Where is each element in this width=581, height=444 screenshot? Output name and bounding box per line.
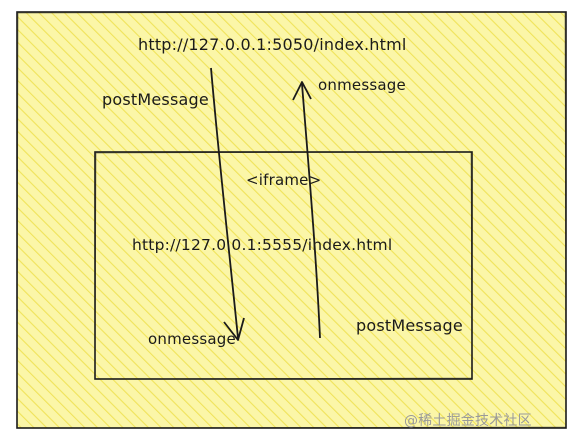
down-arrow-label: postMessage (102, 90, 209, 109)
outer-window-box (16, 11, 567, 429)
outer-window-url: http://127.0.0.1:5050/index.html (138, 35, 407, 54)
up-arrow-target-label: onmessage (318, 76, 406, 94)
iframe-tag-label: <iframe> (246, 171, 322, 189)
watermark: @稀土掘金技术社区 (404, 413, 532, 429)
diagram-svg (16, 11, 567, 429)
down-arrow-target-label: onmessage (148, 330, 236, 348)
up-arrow-label: postMessage (356, 316, 463, 335)
diagram-canvas: http://127.0.0.1:5050/index.html postMes… (0, 0, 581, 444)
iframe-url: http://127.0.0.1:5555/index.html (132, 236, 393, 254)
